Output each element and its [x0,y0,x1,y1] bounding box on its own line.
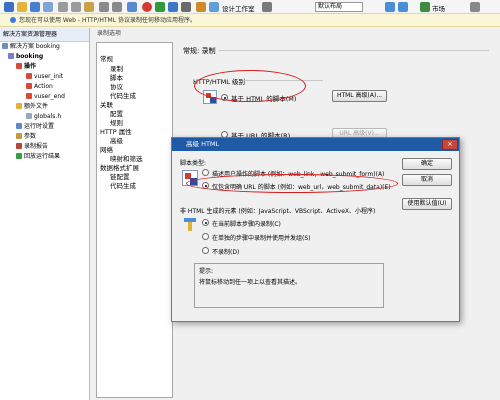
cancel-button[interactable]: 取消 [402,174,452,186]
step-icon[interactable] [168,2,178,12]
action-icon [26,93,32,99]
tree-item-vuser-end[interactable]: vuser_end [26,92,65,102]
tree-item-replay-results[interactable]: 回放运行结果 [16,152,60,162]
section-title: 常规: 录制 [183,47,216,55]
tree-item-extra-files[interactable]: 额外文件 [16,102,48,112]
parameters-icon [16,133,22,139]
script-icon [8,53,14,59]
report-icon [16,143,22,149]
tree-item-actions[interactable]: 操作 [16,62,36,72]
solution-icon [2,43,8,49]
category-network[interactable]: 网络 [100,146,113,154]
tree-item-runtime-settings[interactable]: 运行时设置 [16,122,54,132]
category-data-format-ext[interactable]: 数据格式扩展 [100,164,139,172]
category-mapping-filtering[interactable]: 映射和筛选 [110,155,143,163]
design-studio-label[interactable]: 设计工作室 [222,3,255,13]
tip-label: 提示: [199,268,214,275]
breakpoint-icon[interactable] [196,2,206,12]
save-all-icon[interactable] [43,2,53,12]
run-icon[interactable] [155,2,165,12]
script-type-label: 脚本类型: [180,160,207,167]
record-icon[interactable] [142,2,152,12]
tip-box: 提示: 将鼠标移动到任一项上以查看其描述。 [194,263,384,308]
category-configuration[interactable]: 配置 [110,110,123,118]
action-icon [26,73,32,79]
use-defaults-button[interactable]: 使用默认值(U) [402,198,452,210]
copy-icon[interactable] [71,2,81,12]
undo-icon[interactable] [99,2,109,12]
category-chain-config[interactable]: 链配置 [110,173,130,181]
category-code-generation-2[interactable]: 代码生成 [110,182,136,190]
tip-text: 将鼠标移动到任一项上以查看其描述。 [199,279,302,286]
highlight-oval-explicit-url [186,174,398,193]
category-recording[interactable]: 录制 [110,65,123,73]
radio-no-record-label[interactable]: 不录制(D) [212,247,239,256]
ok-button[interactable]: 确定 [402,158,452,170]
close-icon[interactable]: × [442,139,458,150]
tree-item-globals[interactable]: globals.h [26,112,61,122]
design-studio-icon[interactable] [209,2,219,12]
tree-item-recording-report[interactable]: 录制报告 [16,142,48,152]
tree-item-parameters[interactable]: 参数 [16,132,36,142]
radio-current-step-label[interactable]: 在当前脚本步骤内录制(C) [212,219,281,228]
section-divider [219,50,489,51]
paste-icon[interactable] [84,2,94,12]
category-correlation[interactable]: 关联 [100,101,113,109]
recording-options-title: 录制选项 [97,30,122,37]
layout-select[interactable]: 默认布局 [315,2,363,12]
layout-icon[interactable] [262,2,272,12]
results-icon [16,153,22,159]
funnel-icon [184,218,196,232]
non-html-elements-label: 非 HTML 生成的元素 (例如：JavaScript、VBScript、Act… [180,208,376,215]
redo-icon[interactable] [112,2,122,12]
new-icon[interactable] [4,2,14,12]
category-script[interactable]: 脚本 [110,74,123,82]
actions-icon [16,63,22,69]
main-toolbar: 设计工作室 默认布局 市场 [0,0,500,14]
solution-explorer-title: 解决方案资源管理器 [0,28,89,42]
category-general[interactable]: 常规 [100,55,113,63]
file-icon [26,113,32,119]
advanced-html-dialog: 高级 HTML × 脚本类型: 描述用户操作的脚本 (例如：web_link，w… [171,137,460,322]
category-tree[interactable]: 常规 录制 脚本 协议 代码生成 关联 配置 规则 HTTP 属性 高级 网络 … [96,42,173,398]
info-text: 您现在可以使用 Web - HTTP/HTML 协议录制任何移动应用程序。 [19,17,196,24]
action-icon [26,83,32,89]
solution-explorer: 解决方案资源管理器 解决方案 booking booking 操作 vuser_… [0,28,90,400]
html-advanced-button[interactable]: HTML 高级(A)... [332,90,387,102]
marketplace-icon[interactable] [420,2,430,12]
category-http-properties[interactable]: HTTP 属性 [100,128,132,136]
stop-icon[interactable] [181,2,191,12]
open-icon[interactable] [17,2,27,12]
info-icon [10,17,16,23]
tree-item-vuser-init[interactable]: vuser_init [26,72,63,82]
radio-user-actions[interactable] [202,169,209,176]
tree-item-solution[interactable]: 解决方案 booking [2,42,60,52]
help-icon[interactable] [470,2,480,12]
dialog-title: 高级 HTML [172,138,459,151]
info-bar: 您现在可以使用 Web - HTTP/HTML 协议录制任何移动应用程序。 [0,14,500,27]
radio-current-step[interactable] [202,219,209,226]
settings-icon [16,123,22,129]
save-icon[interactable] [30,2,40,12]
tree-item-action[interactable]: Action [26,82,53,92]
cut-icon[interactable] [58,2,68,12]
tree-item-booking[interactable]: booking [8,52,43,62]
find-icon[interactable] [127,2,137,12]
toolbar-icon-b[interactable] [398,2,408,12]
radio-separate-step-label[interactable]: 在单独的步骤中录制并使用并发组(S) [212,233,311,242]
category-code-generation[interactable]: 代码生成 [110,92,136,100]
category-protocol[interactable]: 协议 [110,83,123,91]
highlight-oval-html-mode [194,70,306,102]
radio-no-record[interactable] [202,247,209,254]
toolbar-icon-a[interactable] [385,2,395,12]
folder-icon [16,103,22,109]
category-rules[interactable]: 规则 [110,119,123,127]
radio-separate-step[interactable] [202,233,209,240]
category-advanced[interactable]: 高级 [110,137,123,145]
marketplace-label[interactable]: 市场 [432,3,445,13]
